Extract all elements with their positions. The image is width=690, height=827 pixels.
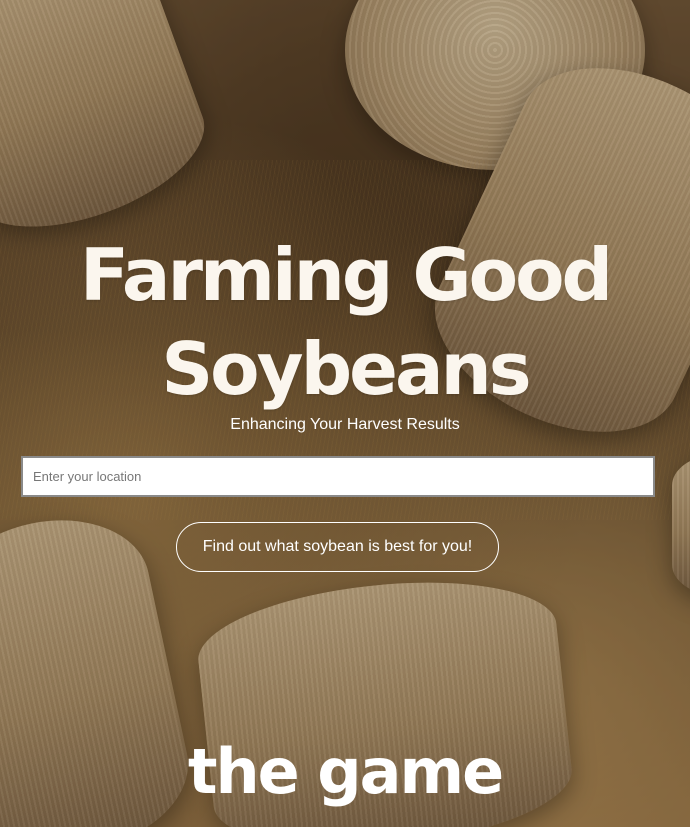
hero-section: Farming Good Soybeans Enhancing Your Har…	[0, 0, 690, 827]
find-soybean-button[interactable]: Find out what soybean is best for you!	[176, 522, 499, 572]
page-title: Farming Good Soybeans	[0, 228, 690, 416]
brand-logo[interactable]: the game	[0, 732, 690, 812]
headline-line-2: Soybeans	[161, 327, 531, 411]
page-subtitle: Enhancing Your Harvest Results	[230, 416, 460, 433]
hero-content: Farming Good Soybeans Enhancing Your Har…	[0, 0, 690, 827]
headline-line-1: Farming Good	[79, 233, 613, 317]
location-input[interactable]	[21, 456, 655, 497]
